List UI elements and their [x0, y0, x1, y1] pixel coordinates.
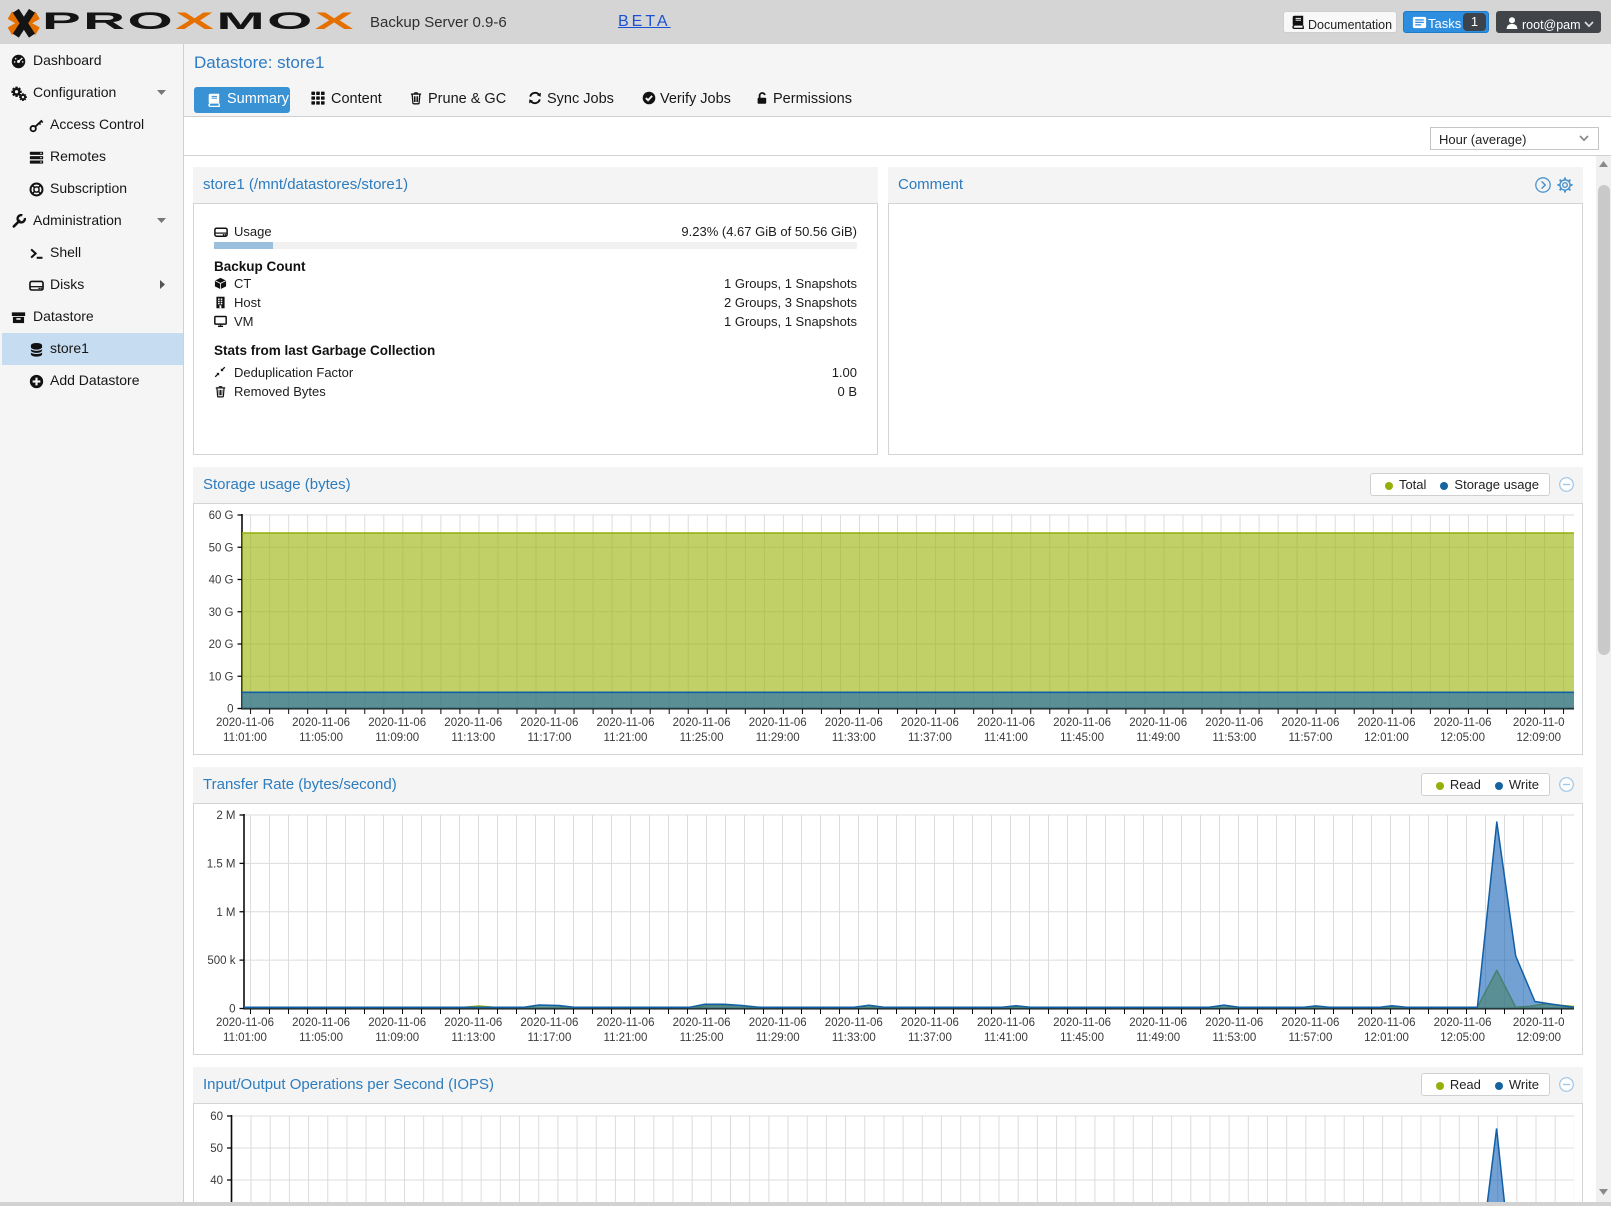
- svg-text:2020-11-06: 2020-11-06: [520, 1017, 578, 1029]
- svg-text:11:37:00: 11:37:00: [908, 1032, 952, 1044]
- svg-text:11:33:00: 11:33:00: [832, 1032, 876, 1044]
- svg-text:2020-11-06: 2020-11-06: [1053, 1017, 1111, 1029]
- svg-text:11:13:00: 11:13:00: [451, 1032, 495, 1044]
- svg-text:12:01:00: 12:01:00: [1364, 1032, 1409, 1044]
- svg-text:11:21:00: 11:21:00: [604, 1032, 648, 1044]
- svg-text:2 M: 2 M: [216, 810, 235, 822]
- svg-text:11:49:00: 11:49:00: [1136, 732, 1180, 744]
- svg-text:11:17:00: 11:17:00: [527, 1032, 571, 1044]
- svg-text:30 G: 30 G: [209, 606, 234, 618]
- svg-text:2020-11-06: 2020-11-06: [901, 717, 959, 729]
- svg-text:60 G: 60 G: [209, 510, 234, 522]
- svg-text:2020-11-06: 2020-11-06: [444, 717, 502, 729]
- svg-text:40 G: 40 G: [209, 574, 234, 586]
- svg-text:50 G: 50 G: [209, 542, 234, 554]
- svg-text:11:01:00: 11:01:00: [223, 732, 267, 744]
- svg-text:2020-11-06: 2020-11-06: [520, 717, 578, 729]
- svg-text:2020-11-06: 2020-11-06: [825, 1017, 883, 1029]
- svg-text:2020-11-06: 2020-11-06: [292, 1017, 350, 1029]
- svg-text:11:01:00: 11:01:00: [223, 1032, 267, 1044]
- svg-text:2020-11-06: 2020-11-06: [673, 717, 731, 729]
- svg-text:50: 50: [210, 1143, 223, 1155]
- svg-text:11:37:00: 11:37:00: [908, 732, 952, 744]
- svg-text:11:13:00: 11:13:00: [451, 732, 495, 744]
- svg-text:12:09:00: 12:09:00: [1516, 732, 1561, 744]
- svg-text:12:09:00: 12:09:00: [1516, 1032, 1561, 1044]
- svg-text:0: 0: [227, 703, 233, 715]
- svg-text:11:17:00: 11:17:00: [527, 732, 571, 744]
- svg-text:2020-11-06: 2020-11-06: [597, 717, 655, 729]
- svg-text:11:25:00: 11:25:00: [680, 732, 724, 744]
- svg-text:2020-11-06: 2020-11-06: [825, 717, 883, 729]
- svg-text:11:09:00: 11:09:00: [375, 1032, 419, 1044]
- svg-text:2020-11-06: 2020-11-06: [977, 1017, 1035, 1029]
- svg-text:1.5 M: 1.5 M: [207, 858, 236, 870]
- svg-text:2020-11-06: 2020-11-06: [1129, 1017, 1187, 1029]
- svg-text:10 G: 10 G: [209, 671, 234, 683]
- svg-text:2020-11-0: 2020-11-0: [1513, 717, 1565, 729]
- svg-text:11:33:00: 11:33:00: [832, 732, 876, 744]
- svg-text:11:05:00: 11:05:00: [299, 1032, 343, 1044]
- svg-text:2020-11-06: 2020-11-06: [216, 1017, 274, 1029]
- svg-text:11:41:00: 11:41:00: [984, 1032, 1028, 1044]
- svg-text:2020-11-06: 2020-11-06: [216, 717, 274, 729]
- svg-text:11:53:00: 11:53:00: [1212, 1032, 1256, 1044]
- svg-text:2020-11-06: 2020-11-06: [1358, 717, 1416, 729]
- svg-text:11:53:00: 11:53:00: [1212, 732, 1256, 744]
- svg-text:2020-11-06: 2020-11-06: [1434, 717, 1492, 729]
- svg-text:2020-11-06: 2020-11-06: [1281, 717, 1339, 729]
- svg-text:1 M: 1 M: [216, 906, 235, 918]
- svg-text:2020-11-06: 2020-11-06: [1434, 1017, 1492, 1029]
- svg-text:40: 40: [210, 1175, 223, 1187]
- svg-text:2020-11-06: 2020-11-06: [368, 717, 426, 729]
- svg-text:2020-11-06: 2020-11-06: [368, 1017, 426, 1029]
- svg-text:11:25:00: 11:25:00: [680, 1032, 724, 1044]
- svg-text:2020-11-06: 2020-11-06: [1129, 717, 1187, 729]
- svg-text:60: 60: [210, 1111, 223, 1123]
- svg-text:12:05:00: 12:05:00: [1440, 1032, 1485, 1044]
- svg-text:2020-11-06: 2020-11-06: [673, 1017, 731, 1029]
- svg-text:500 k: 500 k: [207, 955, 235, 967]
- svg-text:11:29:00: 11:29:00: [756, 732, 800, 744]
- svg-text:11:05:00: 11:05:00: [299, 732, 343, 744]
- svg-text:2020-11-06: 2020-11-06: [444, 1017, 502, 1029]
- svg-text:11:45:00: 11:45:00: [1060, 732, 1104, 744]
- svg-text:2020-11-06: 2020-11-06: [901, 1017, 959, 1029]
- svg-text:2020-11-06: 2020-11-06: [1281, 1017, 1339, 1029]
- svg-text:11:57:00: 11:57:00: [1288, 732, 1332, 744]
- svg-text:11:29:00: 11:29:00: [756, 1032, 800, 1044]
- svg-text:11:21:00: 11:21:00: [604, 732, 648, 744]
- svg-text:2020-11-06: 2020-11-06: [749, 717, 807, 729]
- svg-text:2020-11-06: 2020-11-06: [1053, 717, 1111, 729]
- svg-text:12:01:00: 12:01:00: [1364, 732, 1409, 744]
- svg-text:2020-11-06: 2020-11-06: [1205, 1017, 1263, 1029]
- svg-text:11:41:00: 11:41:00: [984, 732, 1028, 744]
- svg-text:11:09:00: 11:09:00: [375, 732, 419, 744]
- svg-text:12:05:00: 12:05:00: [1440, 732, 1485, 744]
- svg-text:2020-11-06: 2020-11-06: [292, 717, 350, 729]
- svg-text:11:45:00: 11:45:00: [1060, 1032, 1104, 1044]
- svg-text:2020-11-06: 2020-11-06: [977, 717, 1035, 729]
- svg-text:2020-11-06: 2020-11-06: [597, 1017, 655, 1029]
- svg-text:2020-11-0: 2020-11-0: [1513, 1017, 1565, 1029]
- svg-text:11:49:00: 11:49:00: [1136, 1032, 1180, 1044]
- svg-text:20 G: 20 G: [209, 639, 234, 651]
- svg-text:2020-11-06: 2020-11-06: [1358, 1017, 1416, 1029]
- svg-text:11:57:00: 11:57:00: [1288, 1032, 1332, 1044]
- svg-text:2020-11-06: 2020-11-06: [1205, 717, 1263, 729]
- svg-text:2020-11-06: 2020-11-06: [749, 1017, 807, 1029]
- svg-text:0: 0: [229, 1003, 235, 1015]
